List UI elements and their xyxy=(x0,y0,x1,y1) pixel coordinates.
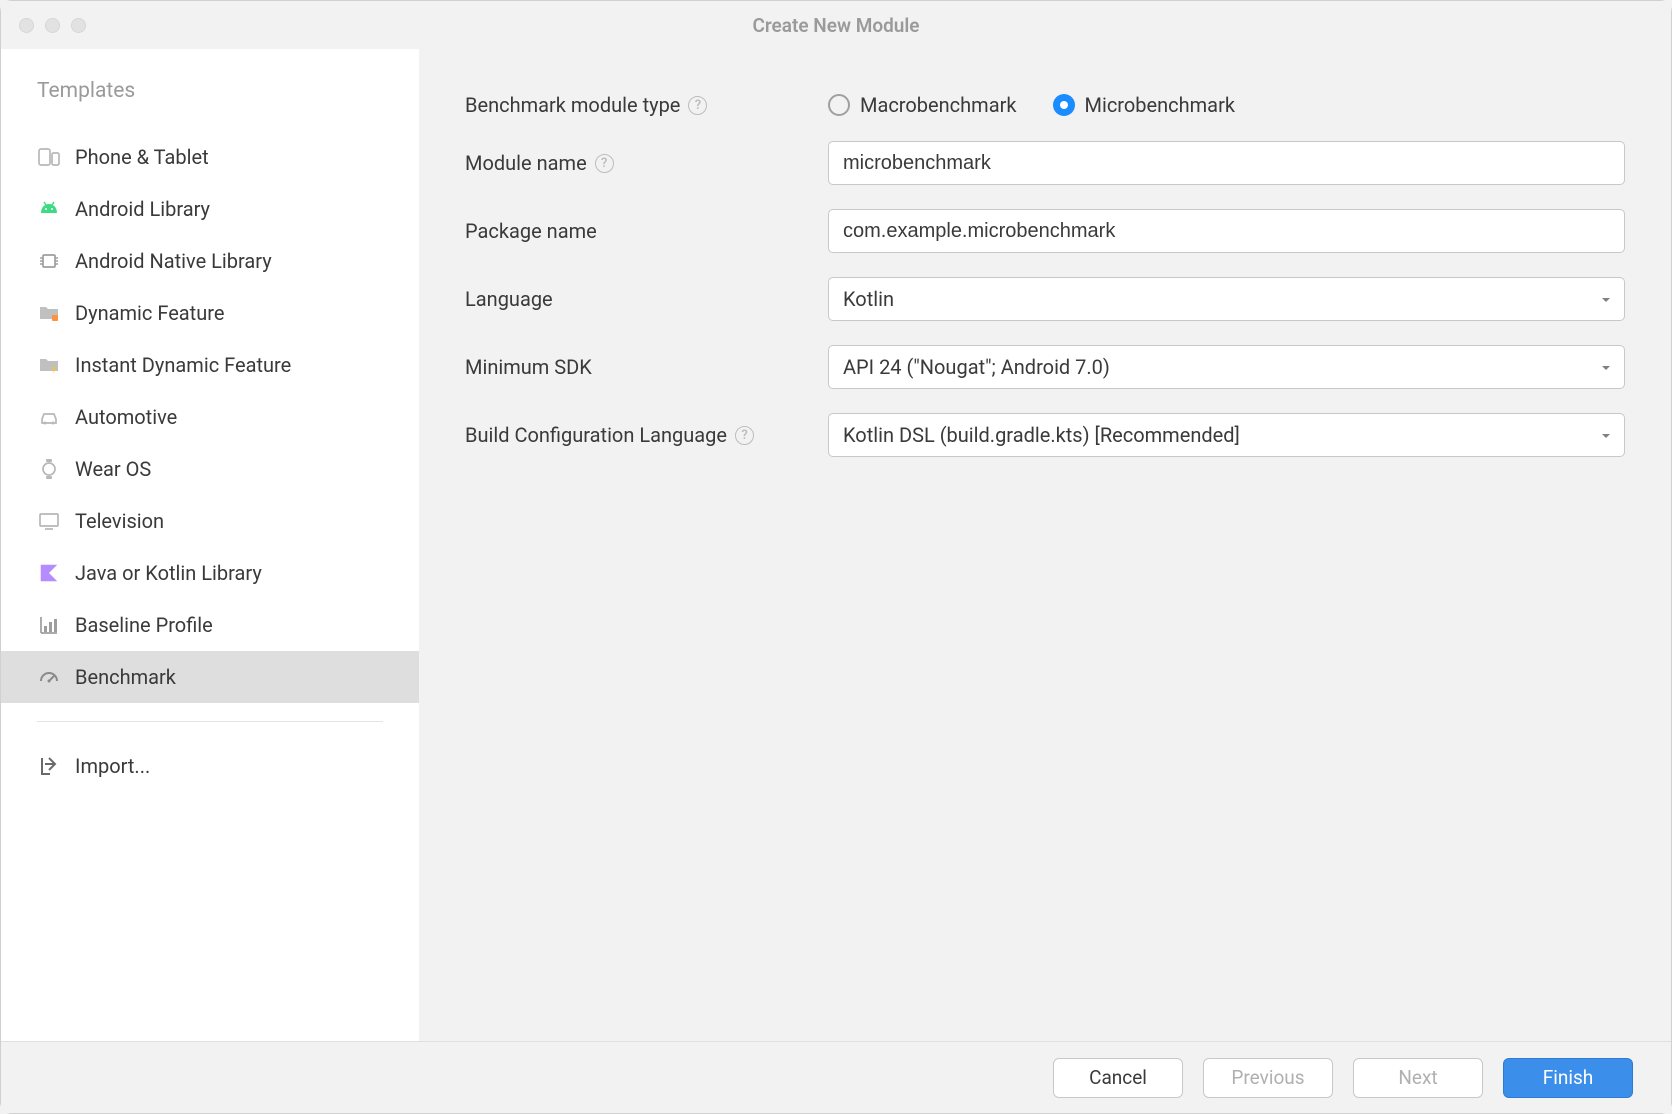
label-text: Module name xyxy=(465,151,587,175)
row-min-sdk: Minimum SDK API 24 ("Nougat"; Android 7.… xyxy=(465,345,1625,389)
sidebar-item-label: Import... xyxy=(75,754,150,778)
sidebar-item-label: Phone & Tablet xyxy=(75,145,209,169)
chip-icon xyxy=(37,249,61,273)
language-select[interactable]: Kotlin xyxy=(828,277,1625,321)
help-icon[interactable]: ? xyxy=(735,426,754,445)
sidebar-item-label: Television xyxy=(75,509,164,533)
finish-button[interactable]: Finish xyxy=(1503,1058,1633,1098)
previous-button[interactable]: Previous xyxy=(1203,1058,1333,1098)
chevron-down-icon xyxy=(1600,287,1612,311)
main-area: Templates Phone & Tablet Android Library… xyxy=(1,49,1671,1041)
row-benchmark-type: Benchmark module type ? Macrobenchmark M… xyxy=(465,93,1625,117)
label-text: Package name xyxy=(465,219,597,243)
chevron-down-icon xyxy=(1600,355,1612,379)
radio-microbenchmark[interactable]: Microbenchmark xyxy=(1053,93,1235,117)
sidebar-item-baseline-profile[interactable]: Baseline Profile xyxy=(1,599,419,651)
zoom-window-icon[interactable] xyxy=(71,18,86,33)
sidebar-item-android-library[interactable]: Android Library xyxy=(1,183,419,235)
select-value: API 24 ("Nougat"; Android 7.0) xyxy=(843,355,1110,379)
close-window-icon[interactable] xyxy=(19,18,34,33)
label-min-sdk: Minimum SDK xyxy=(465,355,828,379)
watch-icon xyxy=(37,457,61,481)
radio-icon xyxy=(828,94,850,116)
label-package-name: Package name xyxy=(465,219,828,243)
row-package-name: Package name xyxy=(465,209,1625,253)
sidebar-item-label: Java or Kotlin Library xyxy=(75,561,262,585)
sidebar-item-label: Dynamic Feature xyxy=(75,301,224,325)
sidebar-item-java-kotlin-library[interactable]: Java or Kotlin Library xyxy=(1,547,419,599)
radio-label: Microbenchmark xyxy=(1085,93,1235,117)
sidebar-divider xyxy=(37,721,383,722)
row-module-name: Module name ? xyxy=(465,141,1625,185)
folder-instant-icon xyxy=(37,353,61,377)
label-text: Minimum SDK xyxy=(465,355,592,379)
car-icon xyxy=(37,405,61,429)
sidebar: Templates Phone & Tablet Android Library… xyxy=(1,49,419,1041)
cancel-button[interactable]: Cancel xyxy=(1053,1058,1183,1098)
label-module-name: Module name ? xyxy=(465,151,828,175)
chevron-down-icon xyxy=(1600,423,1612,447)
select-value: Kotlin xyxy=(843,287,894,311)
sidebar-item-wear-os[interactable]: Wear OS xyxy=(1,443,419,495)
row-language: Language Kotlin xyxy=(465,277,1625,321)
radio-macrobenchmark[interactable]: Macrobenchmark xyxy=(828,93,1017,117)
package-name-input[interactable] xyxy=(828,209,1625,253)
next-button[interactable]: Next xyxy=(1353,1058,1483,1098)
window-title: Create New Module xyxy=(1,14,1671,37)
sidebar-header: Templates xyxy=(1,79,419,121)
label-text: Benchmark module type xyxy=(465,93,680,117)
kotlin-icon xyxy=(37,561,61,585)
build-config-select[interactable]: Kotlin DSL (build.gradle.kts) [Recommend… xyxy=(828,413,1625,457)
sidebar-item-dynamic-feature[interactable]: Dynamic Feature xyxy=(1,287,419,339)
sidebar-item-label: Wear OS xyxy=(75,457,151,481)
form-content: Benchmark module type ? Macrobenchmark M… xyxy=(419,49,1671,1041)
sidebar-item-phone-tablet[interactable]: Phone & Tablet xyxy=(1,131,419,183)
android-icon xyxy=(37,197,61,221)
help-icon[interactable]: ? xyxy=(688,96,707,115)
label-text: Language xyxy=(465,287,553,311)
footer: Cancel Previous Next Finish xyxy=(1,1041,1671,1113)
label-text: Build Configuration Language xyxy=(465,423,727,447)
sidebar-item-television[interactable]: Television xyxy=(1,495,419,547)
radio-icon xyxy=(1053,94,1075,116)
label-benchmark-type: Benchmark module type ? xyxy=(465,93,828,117)
label-build-config: Build Configuration Language ? xyxy=(465,423,828,447)
row-build-config: Build Configuration Language ? Kotlin DS… xyxy=(465,413,1625,457)
sidebar-item-instant-dynamic-feature[interactable]: Instant Dynamic Feature xyxy=(1,339,419,391)
sidebar-item-benchmark[interactable]: Benchmark xyxy=(1,651,419,703)
folder-dynamic-icon xyxy=(37,301,61,325)
minimize-window-icon[interactable] xyxy=(45,18,60,33)
label-language: Language xyxy=(465,287,828,311)
min-sdk-select[interactable]: API 24 ("Nougat"; Android 7.0) xyxy=(828,345,1625,389)
gauge-icon xyxy=(37,665,61,689)
module-name-input[interactable] xyxy=(828,141,1625,185)
sidebar-items: Phone & Tablet Android Library Android N… xyxy=(1,121,419,792)
help-icon[interactable]: ? xyxy=(595,154,614,173)
sidebar-item-label: Android Library xyxy=(75,197,210,221)
sidebar-item-android-native-library[interactable]: Android Native Library xyxy=(1,235,419,287)
import-icon xyxy=(37,754,61,778)
sidebar-item-import[interactable]: Import... xyxy=(1,740,419,792)
titlebar: Create New Module xyxy=(1,1,1671,49)
sidebar-item-label: Baseline Profile xyxy=(75,613,213,637)
sidebar-item-label: Instant Dynamic Feature xyxy=(75,353,291,377)
chart-icon xyxy=(37,613,61,637)
sidebar-item-automotive[interactable]: Automotive xyxy=(1,391,419,443)
benchmark-type-radio-group: Macrobenchmark Microbenchmark xyxy=(828,93,1625,117)
phone-tablet-icon xyxy=(37,145,61,169)
radio-label: Macrobenchmark xyxy=(860,93,1017,117)
traffic-lights xyxy=(19,18,86,33)
sidebar-item-label: Android Native Library xyxy=(75,249,272,273)
sidebar-item-label: Benchmark xyxy=(75,665,176,689)
sidebar-item-label: Automotive xyxy=(75,405,177,429)
tv-icon xyxy=(37,509,61,533)
select-value: Kotlin DSL (build.gradle.kts) [Recommend… xyxy=(843,423,1240,447)
